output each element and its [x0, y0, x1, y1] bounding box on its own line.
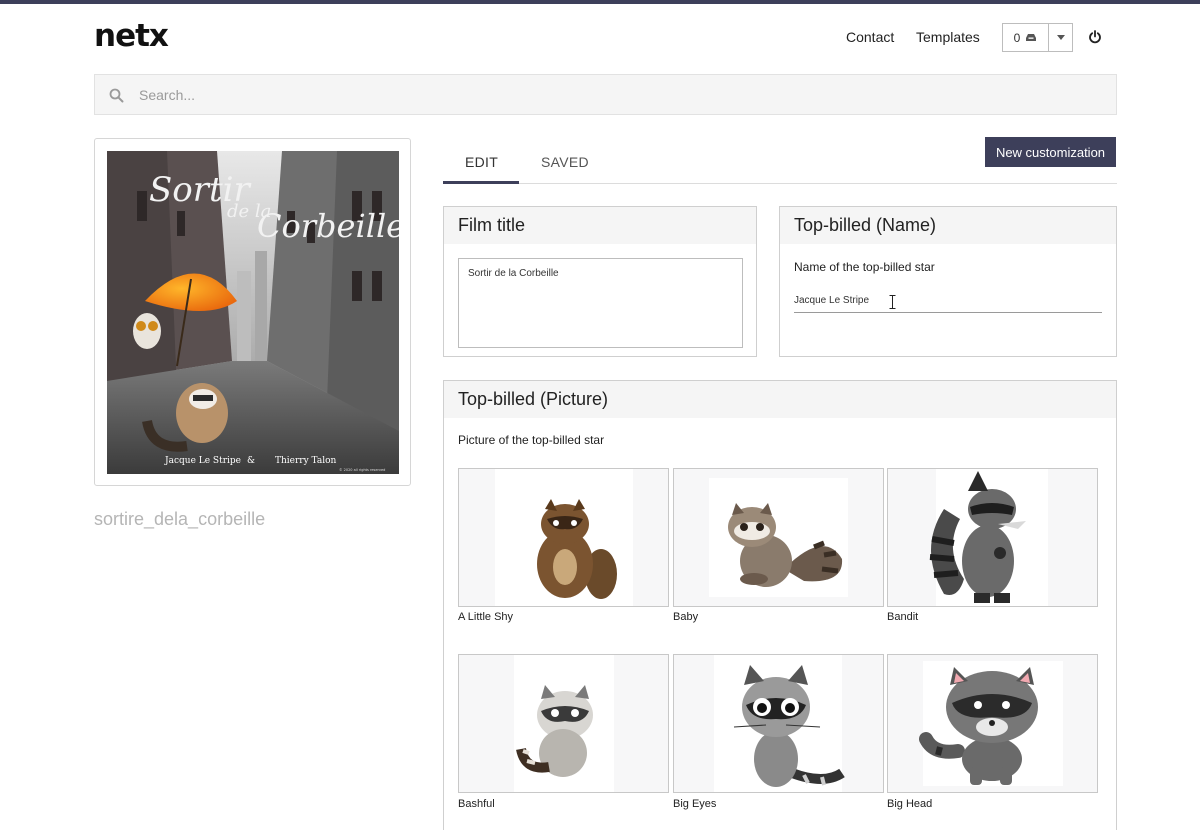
tray-icon [1025, 31, 1037, 45]
active-tab-indicator [443, 181, 519, 184]
film-title-heading: Film title [444, 207, 756, 244]
preview-card: Sortir de la Corbeille Jacque Le Stripe … [94, 138, 411, 486]
poster-image: Sortir de la Corbeille Jacque Le Stripe … [107, 151, 399, 474]
raccoon-shy-image [537, 499, 617, 599]
picture-option-bashful[interactable] [458, 654, 669, 793]
picture-option-label: Bandit [887, 611, 919, 623]
top-billed-name-heading: Top-billed (Name) [780, 207, 1116, 244]
search-icon [109, 88, 124, 108]
cart-count: 0 [1013, 30, 1021, 45]
top-billed-name-label: Name of the top-billed star [794, 260, 935, 274]
picture-option-baby[interactable] [673, 468, 884, 607]
top-accent-strip [0, 0, 1200, 4]
picture-option-big-head[interactable] [887, 654, 1098, 793]
poster-title-line3: Corbeille [257, 207, 399, 245]
picture-option-label: Baby [673, 611, 699, 623]
nav-templates-link[interactable]: Templates [916, 29, 980, 45]
nav-contact-link[interactable]: Contact [846, 29, 894, 45]
raccoon-big-eyes-image [733, 665, 845, 787]
caret-down-icon[interactable] [1049, 24, 1072, 51]
picture-option-label: Bashful [458, 798, 495, 810]
raccoon-big-head-image [919, 667, 1038, 785]
top-billed-name-input[interactable] [794, 288, 1102, 313]
tab-edit[interactable]: EDIT [465, 154, 498, 170]
cart-button[interactable]: 0 [1003, 24, 1049, 51]
tab-saved[interactable]: SAVED [541, 154, 589, 170]
picture-option-label: Big Head [887, 798, 933, 810]
search-bar [94, 74, 1117, 115]
raccoon-baby-image [728, 503, 843, 587]
picture-option-big-eyes[interactable] [673, 654, 884, 793]
asset-name: sortire_dela_corbeille [94, 509, 266, 529]
raccoon-bashful-image [516, 685, 593, 777]
film-title-input[interactable]: Sortir de la Corbeille [458, 258, 743, 348]
top-billed-picture-heading: Top-billed (Picture) [444, 381, 1116, 418]
picture-option-label: A Little Shy [458, 611, 514, 623]
top-billed-name-panel: Top-billed (Name) Name of the top-billed… [779, 206, 1117, 357]
text-cursor-icon [889, 295, 896, 314]
search-input[interactable] [139, 75, 1099, 114]
raccoon-bandit-image [929, 471, 1026, 603]
poster-credit-amp: & [247, 456, 255, 466]
picture-option-label: Big Eyes [673, 798, 717, 810]
picture-option-bandit[interactable] [887, 468, 1098, 607]
poster-copyright: © 2020 all rights reserved [339, 468, 385, 472]
top-billed-picture-label: Picture of the top-billed star [458, 433, 605, 447]
top-billed-picture-panel: Top-billed (Picture) Picture of the top-… [443, 380, 1117, 830]
netx-logo[interactable]: netx [94, 18, 169, 54]
power-icon[interactable] [1085, 27, 1105, 47]
cart-dropdown[interactable]: 0 [1002, 23, 1073, 52]
poster-credit-left: Jacque Le Stripe [164, 456, 241, 466]
film-title-panel: Film title Sortir de la Corbeille [443, 206, 757, 357]
poster-credit-right: Thierry Talon [275, 456, 337, 466]
new-customization-button[interactable]: New customization [985, 137, 1116, 167]
picture-option-a-little-shy[interactable] [458, 468, 669, 607]
